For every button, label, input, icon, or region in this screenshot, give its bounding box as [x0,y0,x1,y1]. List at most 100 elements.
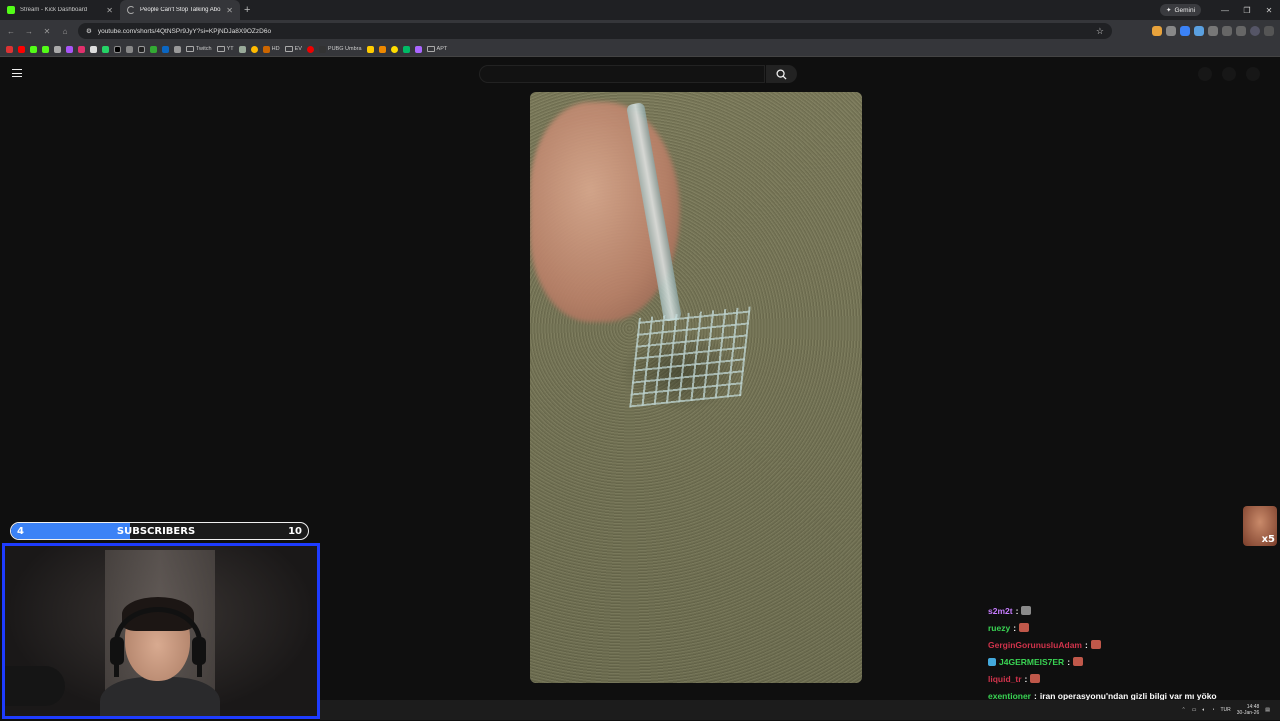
bookmark-icon-item[interactable] [54,45,61,53]
clock-date: 30-Jan-26 [1236,710,1260,716]
bookmark-pubg-umbra[interactable]: PUBG Umbra [318,45,362,53]
restore-icon[interactable]: ❐ [1236,0,1258,20]
extension-icon[interactable] [1166,26,1176,36]
minimize-icon[interactable]: — [1214,0,1236,20]
bookmark-folder-twitch[interactable]: Twitch [186,46,212,52]
chat-separator: : [1067,656,1071,667]
puzzle-icon[interactable] [1208,26,1218,36]
bookmark-folder-yt[interactable]: YT [216,46,234,52]
tray-icon[interactable]: ◔ [1211,707,1214,713]
bookmark-icon-item[interactable] [30,45,37,53]
close-window-icon[interactable]: ✕ [1258,0,1280,20]
bookmark-icon-item[interactable] [102,45,109,53]
bookmark-icon-item[interactable] [306,45,314,53]
chat-text: iran operasyonu'ndan gizli bilgi var mı … [1039,690,1217,701]
tab-kick-dashboard[interactable]: Stream - Kick Dashboard ✕ [0,0,120,20]
bookmark-icon-item[interactable] [174,45,181,53]
site-info-icon[interactable]: ⚙ [86,27,92,35]
extension-icon[interactable] [1180,26,1190,36]
chat-separator: : [1024,673,1028,684]
microphone-image [5,666,65,706]
folder-icon [216,46,225,52]
browser-tab-bar: Stream - Kick Dashboard ✕ People Can't S… [0,0,1280,20]
chat-username[interactable]: GerginGorunusluAdam [988,640,1082,650]
folder-icon [186,46,194,52]
bookmark-folder-ev[interactable]: EV [284,46,302,52]
extension-icon[interactable] [1194,26,1204,36]
bookmark-icon-item[interactable] [390,45,398,53]
reading-list-icon[interactable] [1236,26,1246,36]
folder-icon [426,46,435,52]
search-input[interactable] [479,65,765,83]
youtube-header [0,57,1280,91]
bookmark-icon-item[interactable] [378,45,386,53]
bookmark-icon-item[interactable] [66,45,73,53]
shorts-video-player[interactable] [530,92,862,683]
rake-head-image [629,306,751,408]
bookmark-icon-item[interactable] [6,45,13,53]
chat-username[interactable]: liquid_tr [988,674,1022,684]
bookmark-icon-item[interactable] [126,45,133,53]
account-avatar[interactable] [1246,67,1260,81]
close-icon[interactable]: ✕ [226,6,233,15]
notification-icon[interactable]: ▤ [1265,707,1270,713]
bookmark-folder-apt[interactable]: APT [426,46,447,52]
chat-message: s2m2t: [988,602,1268,619]
chat-username[interactable]: s2m2t [988,606,1013,616]
clock[interactable]: 14:48 30-Jan-26 [1237,704,1260,716]
tray-chevron-icon[interactable]: ⌃ [1181,707,1185,713]
network-icon[interactable]: ▭ [1192,707,1197,713]
bookmark-icon-item[interactable] [414,45,422,53]
chat-separator: : [1034,690,1037,701]
bookmark-icon-item[interactable] [238,45,246,53]
bookmark-icon-item[interactable] [250,45,258,53]
chat-separator: : [1013,622,1017,633]
chat-username[interactable]: J4GERMEIS7ER [999,657,1064,667]
create-icon[interactable] [1198,67,1212,81]
bookmark-icon-item[interactable] [150,45,157,53]
bookmark-icon-item[interactable] [402,45,410,53]
language-indicator[interactable]: TUR [1220,707,1230,713]
window-controls: — ❐ ✕ [1214,0,1280,20]
gemini-button[interactable]: ✦ Gemini [1160,4,1202,16]
extensions-bar [1152,23,1274,39]
forward-icon[interactable]: → [22,24,36,38]
url-field[interactable]: ⚙ youtube.com/shorts/4QtNSPr9JyY?si=KPjN… [78,23,1112,39]
notifications-icon[interactable] [1222,67,1236,81]
bookmark-icon-item[interactable] [366,45,374,53]
subs-goal: 10 [288,525,302,537]
bookmark-hd[interactable]: HD [262,45,280,53]
home-icon[interactable]: ⌂ [58,24,72,38]
menu-icon[interactable] [1264,26,1274,36]
back-icon[interactable]: ← [4,24,18,38]
stop-icon[interactable]: ✕ [40,24,54,38]
sidebar-icon[interactable] [1222,26,1232,36]
bookmark-icon-item[interactable] [90,45,97,53]
gemini-label: Gemini [1174,6,1196,14]
chat-username[interactable]: ruezy [988,623,1010,633]
bookmark-icon-item[interactable] [138,45,145,53]
new-tab-button[interactable]: + [244,4,250,16]
chat-emote-icon [1019,623,1030,632]
chat-emote-icon [1021,606,1032,615]
subscriber-badge-icon [988,657,996,666]
bookmark-icon-item[interactable] [114,45,121,53]
subs-label: SUBSCRIBERS [116,525,196,537]
chat-message: GerginGorunusluAdam: [988,636,1268,653]
extension-icon[interactable] [1152,26,1162,36]
profile-avatar[interactable] [1250,26,1260,36]
volume-icon[interactable]: 🔈︎ [1202,707,1205,713]
bookmark-icon-item[interactable] [162,45,169,53]
bookmark-icon-item[interactable] [18,45,25,53]
folder-icon [284,46,293,52]
bookmark-star-icon[interactable]: ☆ [1096,26,1104,37]
bookmark-icon-item[interactable] [78,45,85,53]
bookmark-icon-item[interactable] [42,45,49,53]
chat-username[interactable]: exentioner [988,691,1031,701]
hamburger-menu-icon[interactable] [12,69,22,77]
search-icon [776,68,787,80]
search-button[interactable] [766,65,797,83]
tab-youtube-short[interactable]: People Can't Stop Talking Abo... ✕ [120,0,240,20]
subs-current: 4 [17,525,24,537]
close-icon[interactable]: ✕ [106,6,113,15]
